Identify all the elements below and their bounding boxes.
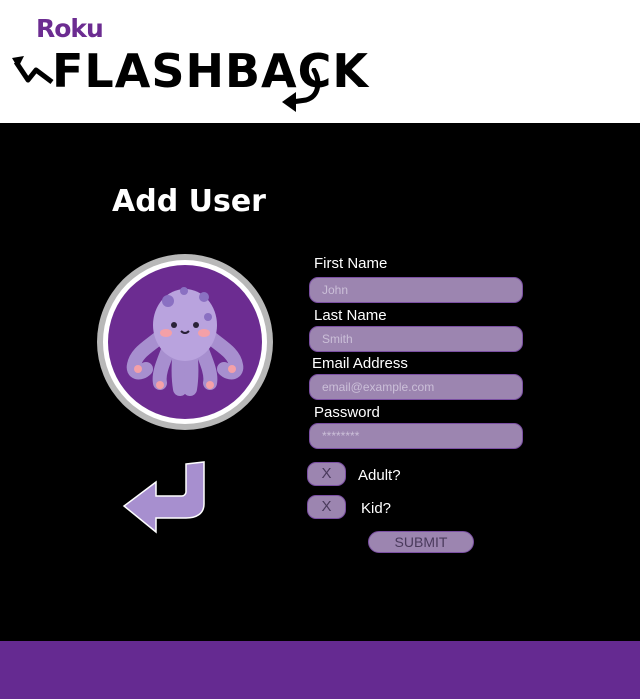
rewind-arrow-icon <box>12 56 54 84</box>
first-name-field[interactable]: John <box>309 277 523 303</box>
submit-button[interactable]: SUBMIT <box>368 531 474 553</box>
avatar[interactable] <box>97 254 273 430</box>
email-label: Email Address <box>312 355 408 372</box>
octopus-icon <box>126 287 244 396</box>
adult-label: Adult? <box>358 467 401 484</box>
page-title: Add User <box>112 184 266 219</box>
last-name-field[interactable]: Smith <box>309 326 523 352</box>
return-arrow-icon <box>282 68 321 112</box>
footer-bar <box>0 641 640 699</box>
first-name-label: First Name <box>314 255 388 272</box>
last-name-label: Last Name <box>314 307 387 324</box>
password-field[interactable]: ******** <box>309 423 523 449</box>
kid-label: Kid? <box>361 500 392 517</box>
password-label: Password <box>314 404 380 421</box>
adult-checkbox[interactable]: X <box>307 462 346 486</box>
roku-logo: Roku <box>36 14 104 43</box>
email-field[interactable]: email@example.com <box>309 374 523 400</box>
kid-checkbox[interactable]: X <box>307 495 346 519</box>
header: Roku FLASHBACK <box>0 0 640 123</box>
back-arrow-icon[interactable] <box>120 460 210 536</box>
